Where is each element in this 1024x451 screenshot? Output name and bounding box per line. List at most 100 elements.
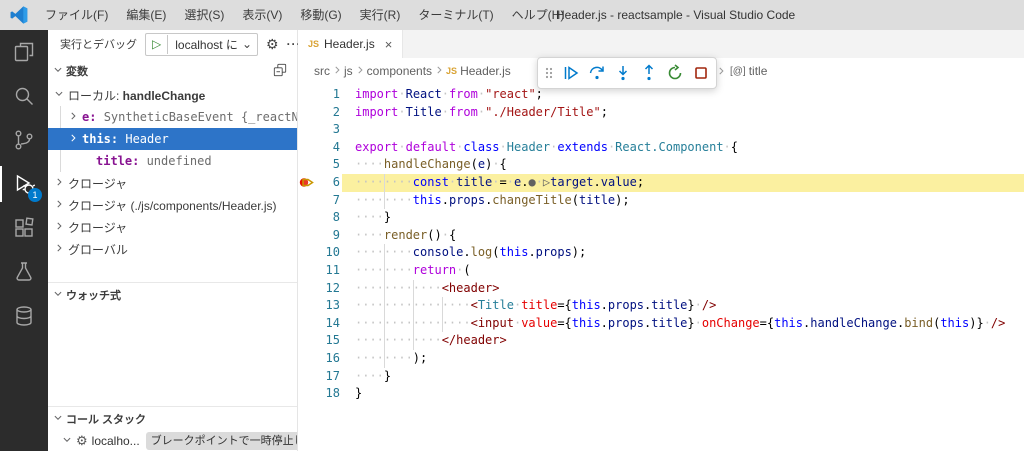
restart-button[interactable]	[663, 61, 687, 85]
source-control-icon[interactable]	[0, 118, 48, 162]
variables-tree-row[interactable]: クロージャ (./js/components/Header.js)	[48, 194, 297, 216]
code-token: title	[456, 174, 493, 189]
code-token: ·	[535, 174, 543, 189]
chevron-collapsed-icon[interactable]	[54, 220, 64, 234]
line-number: 9	[332, 227, 340, 242]
menu-item[interactable]: ターミナル(T)	[409, 0, 502, 30]
chevron-right-icon	[332, 64, 342, 78]
code-token: ;	[535, 87, 543, 101]
explorer-icon[interactable]	[0, 30, 48, 74]
launch-config-control: ▷ localhost に ⌄	[145, 32, 258, 56]
activity-bar: 1	[0, 30, 48, 451]
launch-config-dropdown[interactable]: localhost に	[168, 36, 242, 53]
section-watch[interactable]: ウォッチ式	[48, 284, 297, 306]
tab-header-js[interactable]: JS Header.js ×	[298, 30, 404, 58]
stop-button[interactable]	[689, 61, 713, 85]
breadcrumb-item[interactable]: js	[332, 64, 353, 78]
variables-tree-row[interactable]: グローバル	[48, 238, 297, 260]
code-line[interactable]: 18}	[298, 385, 1024, 403]
chevron-collapsed-icon[interactable]	[68, 110, 78, 124]
variables-tree-row[interactable]: クロージャ	[48, 216, 297, 238]
code-token: );	[571, 245, 587, 260]
code-token: }	[383, 210, 392, 225]
code-line[interactable]: 7········this.props.changeTitle(title);	[298, 191, 1024, 210]
collapse-all-icon[interactable]	[273, 63, 287, 80]
code-token: ·	[398, 87, 406, 101]
code-token: {	[730, 139, 739, 154]
sidebar-title: 実行とデバッグ	[60, 39, 137, 51]
call-stack-thread-row[interactable]: ⚙ localho... ブレークポイントで一時停止しました	[48, 430, 297, 451]
code-token: from	[448, 104, 478, 119]
extensions-icon[interactable]	[0, 206, 48, 250]
code-token: this	[940, 315, 970, 330]
tab-label: Header.js	[324, 37, 375, 51]
step-into-button[interactable]	[611, 61, 635, 85]
debug-badge: 1	[28, 188, 42, 202]
code-token: {	[499, 157, 507, 172]
variables-tree-row[interactable]: title: undefined	[48, 150, 297, 172]
code-token: this	[774, 315, 804, 330]
breadcrumb-item[interactable]: src	[314, 64, 330, 78]
code-line[interactable]: 11 ········return·(	[298, 261, 1024, 280]
close-tab-icon[interactable]: ×	[385, 37, 393, 52]
gear-icon[interactable]: ⚙	[266, 37, 279, 51]
code-token: this	[499, 245, 529, 260]
menu-item[interactable]: 表示(V)	[233, 0, 291, 30]
breadcrumb-label: src	[314, 64, 330, 78]
breadcrumb-item[interactable]: JS Header.js	[434, 64, 511, 78]
chevron-collapsed-icon[interactable]	[68, 132, 78, 146]
code-token: title	[579, 192, 616, 207]
menu-item[interactable]: 選択(S)	[175, 0, 233, 30]
code-line[interactable]: 4 export·default·class·Header·extends·Rea…	[298, 139, 1024, 157]
testing-flask-icon[interactable]	[0, 250, 48, 294]
variables-tree-row[interactable]: this: Header	[48, 128, 297, 150]
search-icon[interactable]	[0, 74, 48, 118]
section-call-stack[interactable]: コール スタック	[48, 408, 297, 430]
code-token: from	[448, 87, 478, 101]
code-line[interactable]: 12 ············<header>	[298, 279, 1024, 298]
code-line[interactable]: 15 ············</header>	[298, 332, 1024, 350]
code-line[interactable]: 2 import·Title·from·"./Header/Title";	[298, 104, 1024, 122]
code-line[interactable]: 10 ········console.log(this.props);	[298, 244, 1024, 262]
breadcrumb-item[interactable]: components	[355, 64, 432, 78]
chevron-expanded-icon[interactable]	[54, 88, 64, 102]
indent-guide	[441, 314, 443, 333]
chevron-collapsed-icon[interactable]	[54, 176, 64, 190]
variables-tree-row[interactable]: ローカル: handleChange	[48, 84, 297, 106]
start-debug-icon[interactable]: ▷	[146, 34, 169, 54]
run-and-debug-icon[interactable]: 1	[0, 162, 48, 206]
indent-guide	[383, 349, 385, 368]
code-line[interactable]: 6········const·title·=·e.●·▷target.value…	[298, 173, 1024, 192]
menu-item[interactable]: 移動(G)	[291, 0, 350, 30]
section-variables[interactable]: 変数	[48, 60, 297, 82]
continue-button[interactable]	[559, 61, 583, 85]
code-token: (	[571, 192, 580, 207]
menu-item[interactable]: 実行(R)	[351, 0, 410, 30]
vscode-logo-icon	[10, 6, 28, 24]
code-text: ····}	[355, 209, 391, 227]
menu-item[interactable]: 編集(E)	[117, 0, 175, 30]
code-line[interactable]: 9 ····render()·{	[298, 227, 1024, 245]
variables-tree-row[interactable]: クロージャ	[48, 172, 297, 194]
code-line[interactable]: 3	[298, 121, 1024, 139]
variables-tree-row[interactable]: e: SyntheticBaseEvent {_reactNa…	[48, 106, 297, 128]
chevron-down-icon[interactable]: ⌄	[242, 37, 257, 51]
code-token: React	[405, 87, 442, 101]
code-line[interactable]: 16 ········);	[298, 349, 1024, 368]
line-number: 14	[325, 315, 340, 330]
code-line[interactable]: 5 ····handleChange(e)·{	[298, 156, 1024, 174]
step-out-button[interactable]	[637, 61, 661, 85]
database-icon[interactable]	[0, 294, 48, 338]
chevron-collapsed-icon[interactable]	[54, 198, 64, 212]
code-line[interactable]: 14················<input·value={this.pro…	[298, 314, 1024, 333]
code-line[interactable]: 8 ····}	[298, 209, 1024, 227]
step-over-button[interactable]	[585, 61, 609, 85]
code-line[interactable]: 17 ····}	[298, 368, 1024, 386]
menu-item[interactable]: ファイル(F)	[36, 0, 117, 30]
chevron-collapsed-icon[interactable]	[54, 242, 64, 256]
code-line[interactable]: 13················<Title·title={this.pro…	[298, 297, 1024, 315]
code-token: e	[477, 157, 486, 172]
code-token: (	[470, 157, 478, 172]
drag-grip-icon[interactable]	[542, 65, 556, 81]
breadcrumb-tail[interactable]: [@] title	[716, 58, 767, 84]
